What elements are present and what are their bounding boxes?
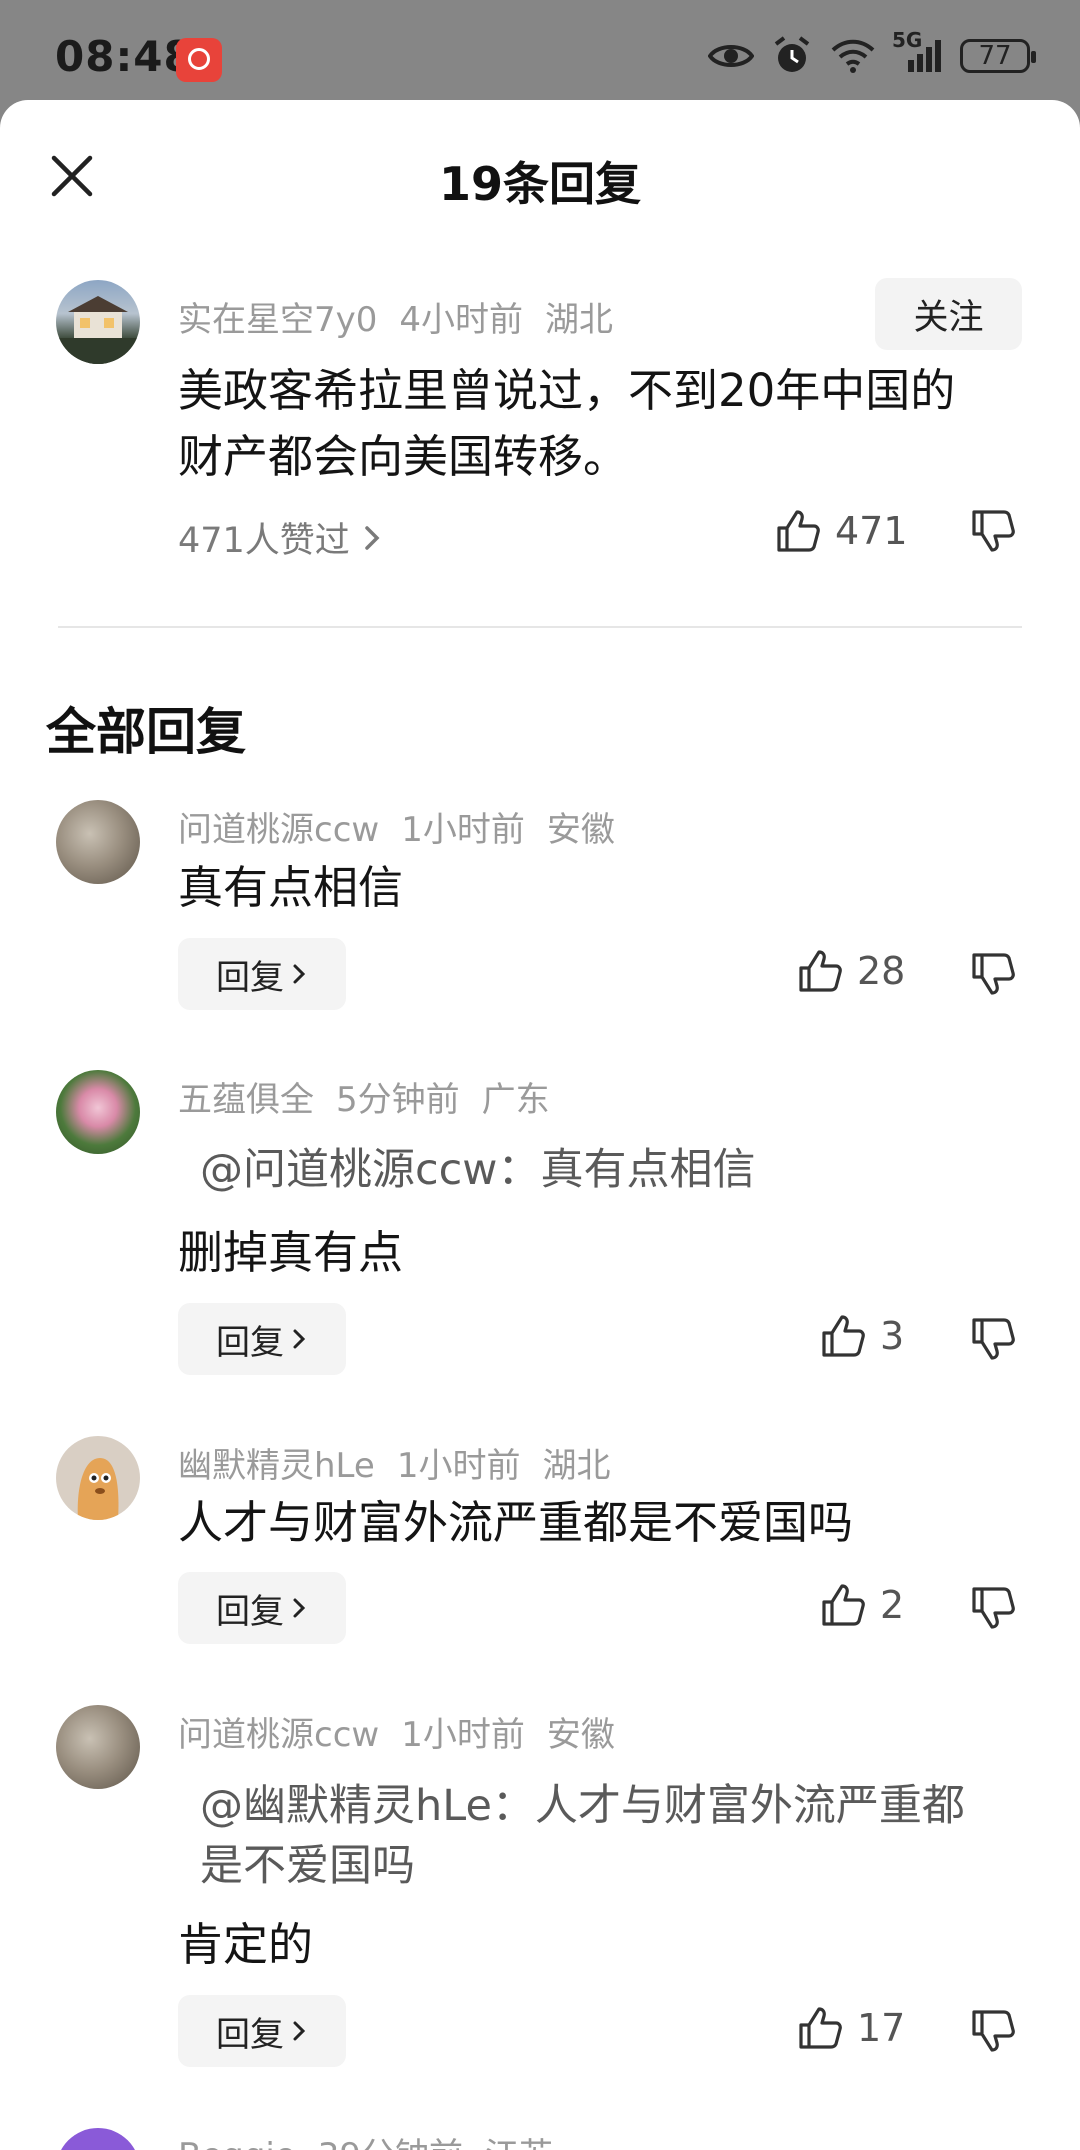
quoted-reply[interactable]: @问道桃源ccw：真有点相信 bbox=[200, 1140, 755, 1200]
avatar[interactable] bbox=[56, 800, 140, 884]
reply-location: 安徽 bbox=[546, 1715, 615, 1755]
reply-button-label: 回复 bbox=[216, 1591, 284, 1632]
thumbs-down-icon[interactable] bbox=[970, 2008, 1016, 2054]
avatar[interactable] bbox=[56, 1070, 140, 1154]
reply-button[interactable]: 回复 bbox=[178, 1572, 346, 1644]
avatar[interactable] bbox=[56, 1436, 140, 1520]
follow-button[interactable]: 关注 bbox=[875, 278, 1022, 350]
comment-text-line: 美政客希拉里曾说过，不到20年中国的 bbox=[178, 364, 956, 417]
thumbs-down-icon[interactable] bbox=[970, 1585, 1016, 1631]
avatar[interactable] bbox=[56, 2128, 140, 2150]
reply-text: 肯定的 bbox=[178, 1918, 314, 1971]
reply-location: 江苏 bbox=[485, 2136, 553, 2150]
reply-button-label: 回复 bbox=[216, 957, 284, 998]
like-count: 471 bbox=[835, 509, 908, 553]
quoted-reply-line: 是不爱国吗 bbox=[200, 1841, 415, 1891]
thumbs-down-icon[interactable] bbox=[970, 1316, 1016, 1362]
wifi-icon bbox=[831, 39, 875, 73]
like-count: 2 bbox=[880, 1583, 905, 1627]
thumbs-up-icon bbox=[822, 1584, 865, 1626]
divider bbox=[58, 626, 1022, 628]
username[interactable]: Beggie bbox=[178, 2136, 296, 2150]
status-bar: 08:48 5G 77 bbox=[0, 0, 1080, 110]
comment-text: 美政客希拉里曾说过，不到20年中国的 财产都会向美国转移。 bbox=[178, 358, 955, 490]
like-button[interactable]: 17 bbox=[797, 2005, 905, 2051]
thumbs-down-icon[interactable] bbox=[970, 951, 1016, 997]
reply-time: 1小时前 bbox=[401, 810, 525, 850]
reply-meta: 问道桃源ccw 1小时前 安徽 bbox=[178, 802, 637, 851]
avatar[interactable] bbox=[56, 280, 140, 364]
alarm-icon bbox=[774, 36, 810, 72]
battery-level: 77 bbox=[978, 41, 1012, 71]
quoted-reply-line: @幽默精灵hLe：人才与财富外流严重都 bbox=[200, 1781, 965, 1831]
reply-button[interactable]: 回复 bbox=[178, 1303, 346, 1375]
username[interactable]: 问道桃源ccw bbox=[178, 1715, 379, 1755]
section-title: 全部回复 bbox=[46, 703, 246, 761]
reply-meta: 问道桃源ccw 1小时前 安徽 bbox=[178, 1707, 637, 1756]
reply-meta: Beggie 39分钟前 江苏 bbox=[178, 2128, 575, 2150]
like-button[interactable]: 3 bbox=[820, 1313, 904, 1359]
reply-location: 广东 bbox=[481, 1080, 550, 1120]
thumbs-up-icon bbox=[822, 1315, 865, 1357]
chevron-right-icon bbox=[293, 2021, 306, 2041]
reply-button[interactable]: 回复 bbox=[178, 1995, 346, 2067]
reply-time: 1小时前 bbox=[396, 1446, 521, 1486]
quoted-reply[interactable]: @幽默精灵hLe：人才与财富外流严重都 是不爱国吗 bbox=[200, 1776, 965, 1896]
reply-time: 39分钟前 bbox=[318, 2136, 463, 2150]
chevron-right-icon bbox=[365, 525, 380, 550]
chevron-right-icon bbox=[293, 964, 306, 984]
sheet-title: 19条回复 bbox=[438, 157, 641, 211]
app-notification-icon bbox=[176, 38, 222, 82]
reply-time: 5分钟前 bbox=[336, 1080, 460, 1120]
username[interactable]: 实在星空7y0 bbox=[178, 300, 377, 340]
reply-text: 删掉真有点 bbox=[178, 1226, 404, 1279]
likes-summary-text: 471人赞过 bbox=[178, 521, 350, 561]
reply-text: 人才与财富外流严重都是不爱国吗 bbox=[178, 1496, 854, 1549]
thumbs-up-icon bbox=[799, 2007, 842, 2049]
comment-location: 湖北 bbox=[545, 300, 614, 340]
thumbs-down-icon[interactable] bbox=[970, 508, 1016, 554]
like-count: 17 bbox=[857, 2006, 906, 2050]
comment-text-line: 财产都会向美国转移。 bbox=[178, 430, 629, 483]
reply-location: 安徽 bbox=[546, 810, 615, 850]
replies-sheet: 19条回复 实在星空7y0 4小时前 湖北 关注 美政客希拉里曾说过，不到20年中国… bbox=[0, 100, 1080, 2150]
likes-summary[interactable]: 471人赞过 bbox=[178, 512, 384, 563]
reply-button-label: 回复 bbox=[216, 1322, 284, 1363]
reply-text: 真有点相信 bbox=[178, 861, 404, 914]
signal-icon: 5G bbox=[892, 28, 942, 74]
chevron-right-icon bbox=[293, 1598, 306, 1618]
reply-location: 湖北 bbox=[542, 1446, 611, 1486]
thumbs-up-icon bbox=[777, 510, 820, 552]
thumbs-up-icon bbox=[799, 950, 842, 992]
like-button[interactable]: 28 bbox=[797, 948, 905, 994]
network-type: 5G bbox=[892, 28, 923, 52]
like-count: 3 bbox=[880, 1314, 905, 1358]
eye-icon bbox=[708, 45, 754, 67]
chevron-right-icon bbox=[293, 1329, 306, 1349]
reply-meta: 幽默精灵hLe 1小时前 湖北 bbox=[178, 1438, 632, 1487]
reply-button-label: 回复 bbox=[216, 2014, 284, 2055]
reply-meta: 五蕴俱全 5分钟前 广东 bbox=[178, 1072, 572, 1121]
username[interactable]: 五蕴俱全 bbox=[178, 1080, 314, 1120]
username[interactable]: 问道桃源ccw bbox=[178, 810, 379, 850]
avatar[interactable] bbox=[56, 1705, 140, 1789]
comment-time: 4小时前 bbox=[399, 300, 524, 340]
reply-button[interactable]: 回复 bbox=[178, 938, 346, 1010]
reply-time: 1小时前 bbox=[401, 1715, 525, 1755]
like-button[interactable]: 471 bbox=[775, 508, 908, 554]
status-time: 08:48 bbox=[55, 32, 194, 81]
battery-icon: 77 bbox=[960, 39, 1036, 73]
like-button[interactable]: 2 bbox=[820, 1582, 904, 1628]
comment-meta: 实在星空7y0 4小时前 湖北 bbox=[178, 292, 635, 341]
status-icons: 5G 77 bbox=[708, 28, 1036, 76]
username[interactable]: 幽默精灵hLe bbox=[178, 1446, 375, 1486]
like-count: 28 bbox=[857, 949, 906, 993]
